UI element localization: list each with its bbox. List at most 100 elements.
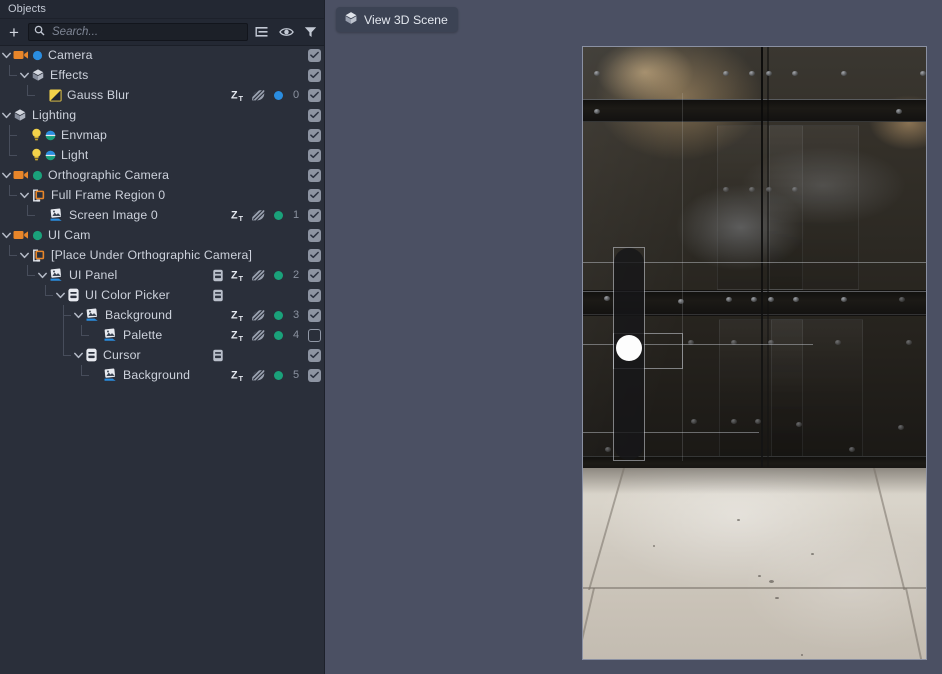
chevron-down-icon[interactable] (18, 185, 31, 205)
layout-toggle[interactable] (208, 345, 228, 365)
visibility-toggle[interactable] (304, 365, 324, 385)
layout-toggle[interactable] (208, 265, 228, 285)
visibility-checkbox-checked[interactable] (307, 208, 321, 222)
visibility-toggle[interactable] (304, 45, 324, 65)
z-test-toggle[interactable]: ZT (228, 205, 248, 225)
visibility-toggle[interactable] (304, 225, 324, 245)
visibility-checkbox-checked[interactable] (307, 288, 321, 302)
shadow-toggle[interactable] (248, 265, 268, 285)
visibility-toggle[interactable] (304, 325, 324, 345)
visibility-checkbox-checked[interactable] (307, 368, 321, 382)
status-dot[interactable] (268, 265, 288, 285)
z-test-toggle[interactable]: ZT (228, 85, 248, 105)
tree-row[interactable]: Background Z T 3 (0, 305, 324, 325)
tree-row[interactable]: UI Color Picker (0, 285, 324, 305)
chevron-down-icon[interactable] (0, 165, 13, 185)
tree-row-icons (31, 128, 56, 142)
chevron-down-icon[interactable] (0, 45, 13, 65)
tab-view-3d-scene[interactable]: View 3D Scene (336, 7, 458, 32)
tree-row[interactable]: Camera (0, 45, 324, 65)
visibility-toggle[interactable] (304, 145, 324, 165)
tree-row[interactable]: Lighting (0, 105, 324, 125)
visibility-toggle[interactable] (304, 305, 324, 325)
shadow-toggle[interactable] (248, 85, 268, 105)
visibility-checkbox-checked[interactable] (307, 348, 321, 362)
visibility-toggle[interactable] (304, 205, 324, 225)
tree-row[interactable]: Palette Z T 4 (0, 325, 324, 345)
tree-row[interactable]: Background Z T 5 (0, 365, 324, 385)
objects-tree[interactable]: Camera Effects Gauss Blur Z T 0 Lighting Envmap… (0, 45, 324, 674)
status-dot[interactable] (268, 325, 288, 345)
chevron-down-icon[interactable] (18, 245, 31, 265)
visibility-toggle[interactable] (304, 265, 324, 285)
filter-icon[interactable] (300, 22, 320, 42)
ui-color-cursor[interactable] (616, 335, 642, 361)
rendered-scene[interactable] (582, 46, 927, 660)
chevron-down-icon[interactable] (54, 285, 67, 305)
tree-guide-elbow (10, 195, 17, 196)
outline-list-icon[interactable] (252, 22, 272, 42)
status-dot[interactable] (268, 85, 288, 105)
status-dot[interactable] (268, 305, 288, 325)
shadow-toggle[interactable] (248, 325, 268, 345)
visibility-checkbox-checked[interactable] (307, 228, 321, 242)
tree-row[interactable]: Screen Image 0 ZT 1 (0, 205, 324, 225)
z-test-icon: ZT (231, 368, 246, 382)
z-test-toggle[interactable]: ZT (228, 265, 248, 285)
shadow-toggle[interactable] (248, 365, 268, 385)
frame-region-icon (31, 248, 46, 263)
tree-row[interactable]: UI Panel Z T 2 (0, 265, 324, 285)
add-object-button[interactable]: + (4, 22, 24, 42)
visibility-toggle[interactable] (304, 185, 324, 205)
status-dot[interactable] (268, 365, 288, 385)
visibility-checkbox-checked[interactable] (307, 148, 321, 162)
chevron-down-icon[interactable] (72, 345, 85, 365)
search-input[interactable] (50, 25, 242, 39)
visibility-toggle[interactable] (304, 345, 324, 365)
status-dot[interactable] (268, 205, 288, 225)
visibility-toggle[interactable] (304, 285, 324, 305)
visibility-toggle[interactable] (304, 245, 324, 265)
control-spacer (248, 145, 268, 165)
visibility-checkbox-checked[interactable] (307, 248, 321, 262)
chevron-down-icon[interactable] (0, 225, 13, 245)
tree-row[interactable]: UI Cam (0, 225, 324, 245)
tree-row[interactable]: [Place Under Orthographic Camera] (0, 245, 324, 265)
shadow-toggle[interactable] (248, 305, 268, 325)
visibility-checkbox-checked[interactable] (307, 268, 321, 282)
visibility-toggle[interactable] (304, 85, 324, 105)
tree-row[interactable]: Orthographic Camera (0, 165, 324, 185)
chevron-down-icon[interactable] (36, 265, 49, 285)
tree-row[interactable]: Full Frame Region 0 (0, 185, 324, 205)
tree-row[interactable]: Gauss Blur Z T 0 (0, 85, 324, 105)
visibility-checkbox-checked[interactable] (307, 68, 321, 82)
visibility-checkbox-unchecked[interactable] (307, 328, 321, 342)
tree-row[interactable]: Cursor (0, 345, 324, 365)
visibility-checkbox-checked[interactable] (307, 308, 321, 322)
eye-icon[interactable] (276, 22, 296, 42)
visibility-toggle[interactable] (304, 65, 324, 85)
shadow-toggle[interactable] (248, 205, 268, 225)
tree-row[interactable]: Envmap (0, 125, 324, 145)
visibility-toggle[interactable] (304, 125, 324, 145)
tree-row[interactable]: Light (0, 145, 324, 165)
tree-row-controls (208, 225, 324, 245)
search-field[interactable] (28, 23, 248, 41)
chevron-down-icon[interactable] (72, 305, 85, 325)
visibility-toggle[interactable] (304, 105, 324, 125)
chevron-down-icon[interactable] (0, 105, 13, 125)
layout-toggle[interactable] (208, 285, 228, 305)
visibility-checkbox-checked[interactable] (307, 128, 321, 142)
chevron-down-icon[interactable] (18, 65, 31, 85)
z-test-toggle[interactable]: ZT (228, 365, 248, 385)
visibility-toggle[interactable] (304, 165, 324, 185)
tree-row[interactable]: Effects (0, 65, 324, 85)
visibility-checkbox-checked[interactable] (307, 88, 321, 102)
visibility-checkbox-checked[interactable] (307, 48, 321, 62)
visibility-checkbox-checked[interactable] (307, 168, 321, 182)
z-test-toggle[interactable]: ZT (228, 305, 248, 325)
visibility-checkbox-checked[interactable] (307, 188, 321, 202)
z-test-toggle[interactable]: ZT (228, 325, 248, 345)
control-spacer (228, 285, 248, 305)
visibility-checkbox-checked[interactable] (307, 108, 321, 122)
